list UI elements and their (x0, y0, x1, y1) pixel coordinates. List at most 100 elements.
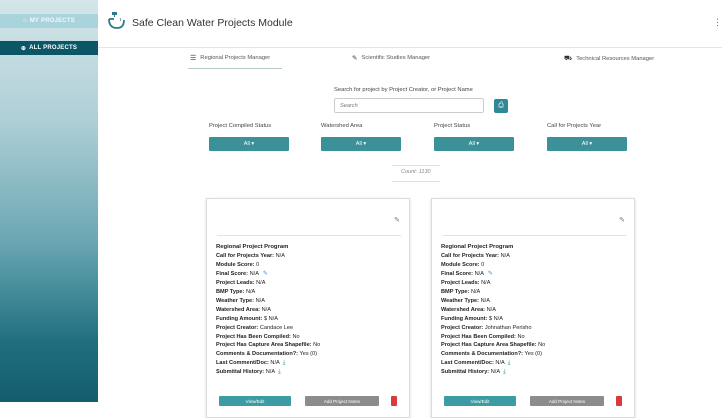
tools-icon: ⛟ (564, 55, 573, 62)
field-value: 0 (481, 261, 485, 268)
project-card-body: Regional Project Program Call for Projec… (441, 243, 545, 377)
add-project-notes-button[interactable]: Add Project Notes (530, 396, 604, 406)
filter-label-project-status: Project Status (434, 123, 471, 129)
field-label: Project Has Capture Area Shapefile: (216, 342, 312, 349)
field-value: No (538, 342, 546, 349)
field-label: Project Has Been Compiled: (441, 333, 516, 340)
project-program: Regional Project Program (216, 244, 289, 250)
field-label: Watershed Area: (216, 306, 261, 313)
field-value: N/A (245, 288, 256, 295)
edit-icon[interactable]: ✎ (394, 216, 400, 224)
filter-watershed-area-dropdown[interactable]: All ▾ (321, 137, 401, 151)
project-card-body: Regional Project Program Call for Projec… (216, 243, 320, 377)
field-value: N/A (275, 252, 285, 259)
field-value: N/A (474, 270, 484, 277)
print-button[interactable]: ⎙ (494, 99, 508, 113)
field-label: Call for Projects Year: (216, 252, 275, 259)
field-value: N/A (255, 297, 265, 304)
field-label: Submittal History: (216, 369, 265, 376)
delete-button[interactable] (616, 396, 622, 406)
project-program: Regional Project Program (441, 244, 514, 250)
tab-bar: ☰ Regional Projects Manager ✎ Scientific… (98, 48, 722, 70)
edit-icon[interactable]: ✎ (619, 216, 625, 224)
field-label: Weather Type: (216, 297, 255, 304)
field-value: Yes (0) (299, 351, 318, 358)
field-value: N/A (261, 306, 271, 313)
field-value: Johnathan Perisho (484, 324, 532, 331)
field-value: $ N/A (488, 315, 503, 322)
field-value: No (292, 333, 300, 340)
field-value: Candace Lee (259, 324, 294, 331)
field-value: N/A (495, 360, 505, 367)
project-card: ✎ Regional Project Program Call for Proj… (206, 198, 410, 418)
filter-label-call-year: Call for Projects Year (547, 123, 602, 129)
divider (392, 165, 440, 166)
add-project-notes-button[interactable]: Add Project Notes (305, 396, 379, 406)
field-label: Project Leads: (441, 279, 480, 286)
tab-scientific-studies[interactable]: ✎ Scientific Studies Manager (352, 54, 430, 62)
download-icon[interactable]: ⤓ (503, 369, 506, 375)
filter-call-year-dropdown[interactable]: All ▾ (547, 137, 627, 151)
field-value: 0 (256, 261, 260, 268)
field-value: N/A (470, 288, 481, 295)
tab-technical-resources[interactable]: ⛟ Technical Resources Manager (564, 54, 654, 63)
field-value: Yes (0) (524, 351, 543, 358)
print-icon: ⎙ (498, 102, 504, 109)
field-label: Project Has Been Compiled: (216, 333, 291, 340)
download-icon[interactable]: ⤓ (278, 369, 281, 375)
download-icon[interactable]: ⤓ (508, 360, 511, 366)
field-label: Final Score: (216, 270, 249, 277)
field-value: No (313, 342, 321, 349)
field-label: Last Comment/Doc: (216, 360, 269, 367)
delete-button[interactable] (391, 396, 397, 406)
divider (442, 235, 626, 236)
field-label: Funding Amount: (216, 315, 263, 322)
sidebar-item-all-projects[interactable]: ⊕ ALL PROJECTS (0, 41, 98, 55)
field-value: N/A (265, 369, 276, 376)
field-value: N/A (486, 306, 496, 313)
field-label: Final Score: (441, 270, 474, 277)
view-edit-button[interactable]: View/Edit (219, 396, 291, 406)
field-label: Call for Projects Year: (441, 252, 500, 259)
field-label: BMP Type: (441, 288, 470, 295)
active-tab-underline (188, 68, 282, 69)
edit-score-icon[interactable]: ✎ (263, 271, 268, 277)
sidebar: ⌂ MY PROJECTS ⊕ ALL PROJECTS (0, 0, 98, 402)
top-bar: Safe Clean Water Projects Module ⋮ (98, 0, 722, 48)
field-label: Last Comment/Doc: (441, 360, 494, 367)
field-label: Funding Amount: (441, 315, 488, 322)
field-value: N/A (249, 270, 259, 277)
tab-label: Scientific Studies Manager (361, 55, 431, 61)
field-label: Submittal History: (441, 369, 490, 376)
field-label: Project Leads: (216, 279, 255, 286)
globe-icon: ⊕ (20, 45, 27, 52)
field-value: N/A (481, 279, 491, 286)
field-value: N/A (490, 369, 501, 376)
sidebar-item-label: ALL PROJECTS (29, 45, 78, 51)
filter-compiled-status-dropdown[interactable]: All ▾ (209, 137, 289, 151)
project-card: ✎ Regional Project Program Call for Proj… (431, 198, 635, 418)
field-label: Weather Type: (441, 297, 480, 304)
water-faucet-logo-icon (108, 12, 125, 29)
edit-score-icon[interactable]: ✎ (488, 271, 493, 277)
field-label: Project Has Capture Area Shapefile: (441, 342, 537, 349)
tab-label: Regional Projects Manager (200, 55, 271, 61)
field-label: Project Creator: (216, 324, 259, 331)
field-label: Project Creator: (441, 324, 484, 331)
field-value: No (517, 333, 525, 340)
download-icon[interactable]: ⤓ (283, 360, 286, 366)
sidebar-item-my-projects[interactable]: ⌂ MY PROJECTS (0, 14, 98, 28)
search-input[interactable] (334, 98, 484, 113)
filter-label-compiled-status: Project Compiled Status (209, 123, 272, 129)
field-label: Watershed Area: (441, 306, 486, 313)
filter-project-status-dropdown[interactable]: All ▾ (434, 137, 514, 151)
view-edit-button[interactable]: View/Edit (444, 396, 516, 406)
vertical-dots-icon[interactable]: ⋮ (713, 17, 722, 28)
divider (217, 235, 401, 236)
field-value: $ N/A (263, 315, 278, 322)
field-label: Module Score: (441, 261, 480, 268)
home-icon: ⌂ (23, 18, 27, 24)
tab-regional-projects[interactable]: ☰ Regional Projects Manager (188, 54, 282, 69)
sidebar-item-label: MY PROJECTS (29, 18, 75, 24)
tab-label: Technical Resources Manager (576, 55, 655, 62)
